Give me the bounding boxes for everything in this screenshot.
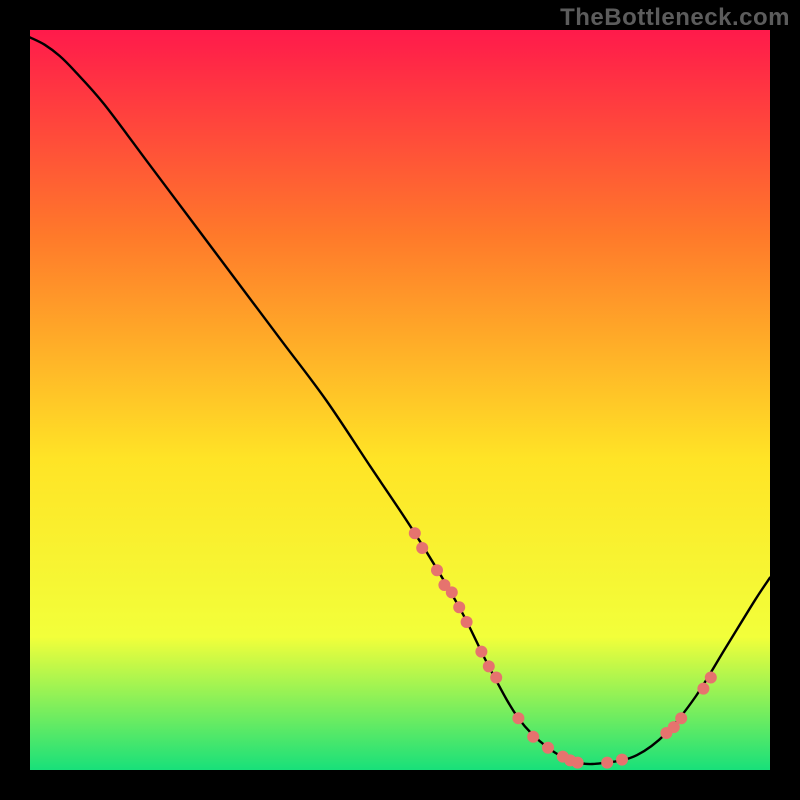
curve-marker (527, 731, 539, 743)
plot-area (30, 30, 770, 770)
curve-marker (542, 742, 554, 754)
gradient-background (30, 30, 770, 770)
curve-marker (475, 646, 487, 658)
curve-marker (490, 672, 502, 684)
curve-marker (705, 672, 717, 684)
chart-frame: TheBottleneck.com (0, 0, 800, 800)
curve-marker (416, 542, 428, 554)
curve-marker (409, 527, 421, 539)
curve-marker (453, 601, 465, 613)
curve-marker (616, 754, 628, 766)
curve-marker (572, 757, 584, 769)
watermark-text: TheBottleneck.com (560, 4, 790, 32)
curve-marker (461, 616, 473, 628)
bottleneck-chart (30, 30, 770, 770)
curve-marker (675, 712, 687, 724)
curve-marker (601, 757, 613, 769)
curve-marker (697, 683, 709, 695)
curve-marker (431, 564, 443, 576)
curve-marker (446, 586, 458, 598)
curve-marker (483, 660, 495, 672)
curve-marker (512, 712, 524, 724)
